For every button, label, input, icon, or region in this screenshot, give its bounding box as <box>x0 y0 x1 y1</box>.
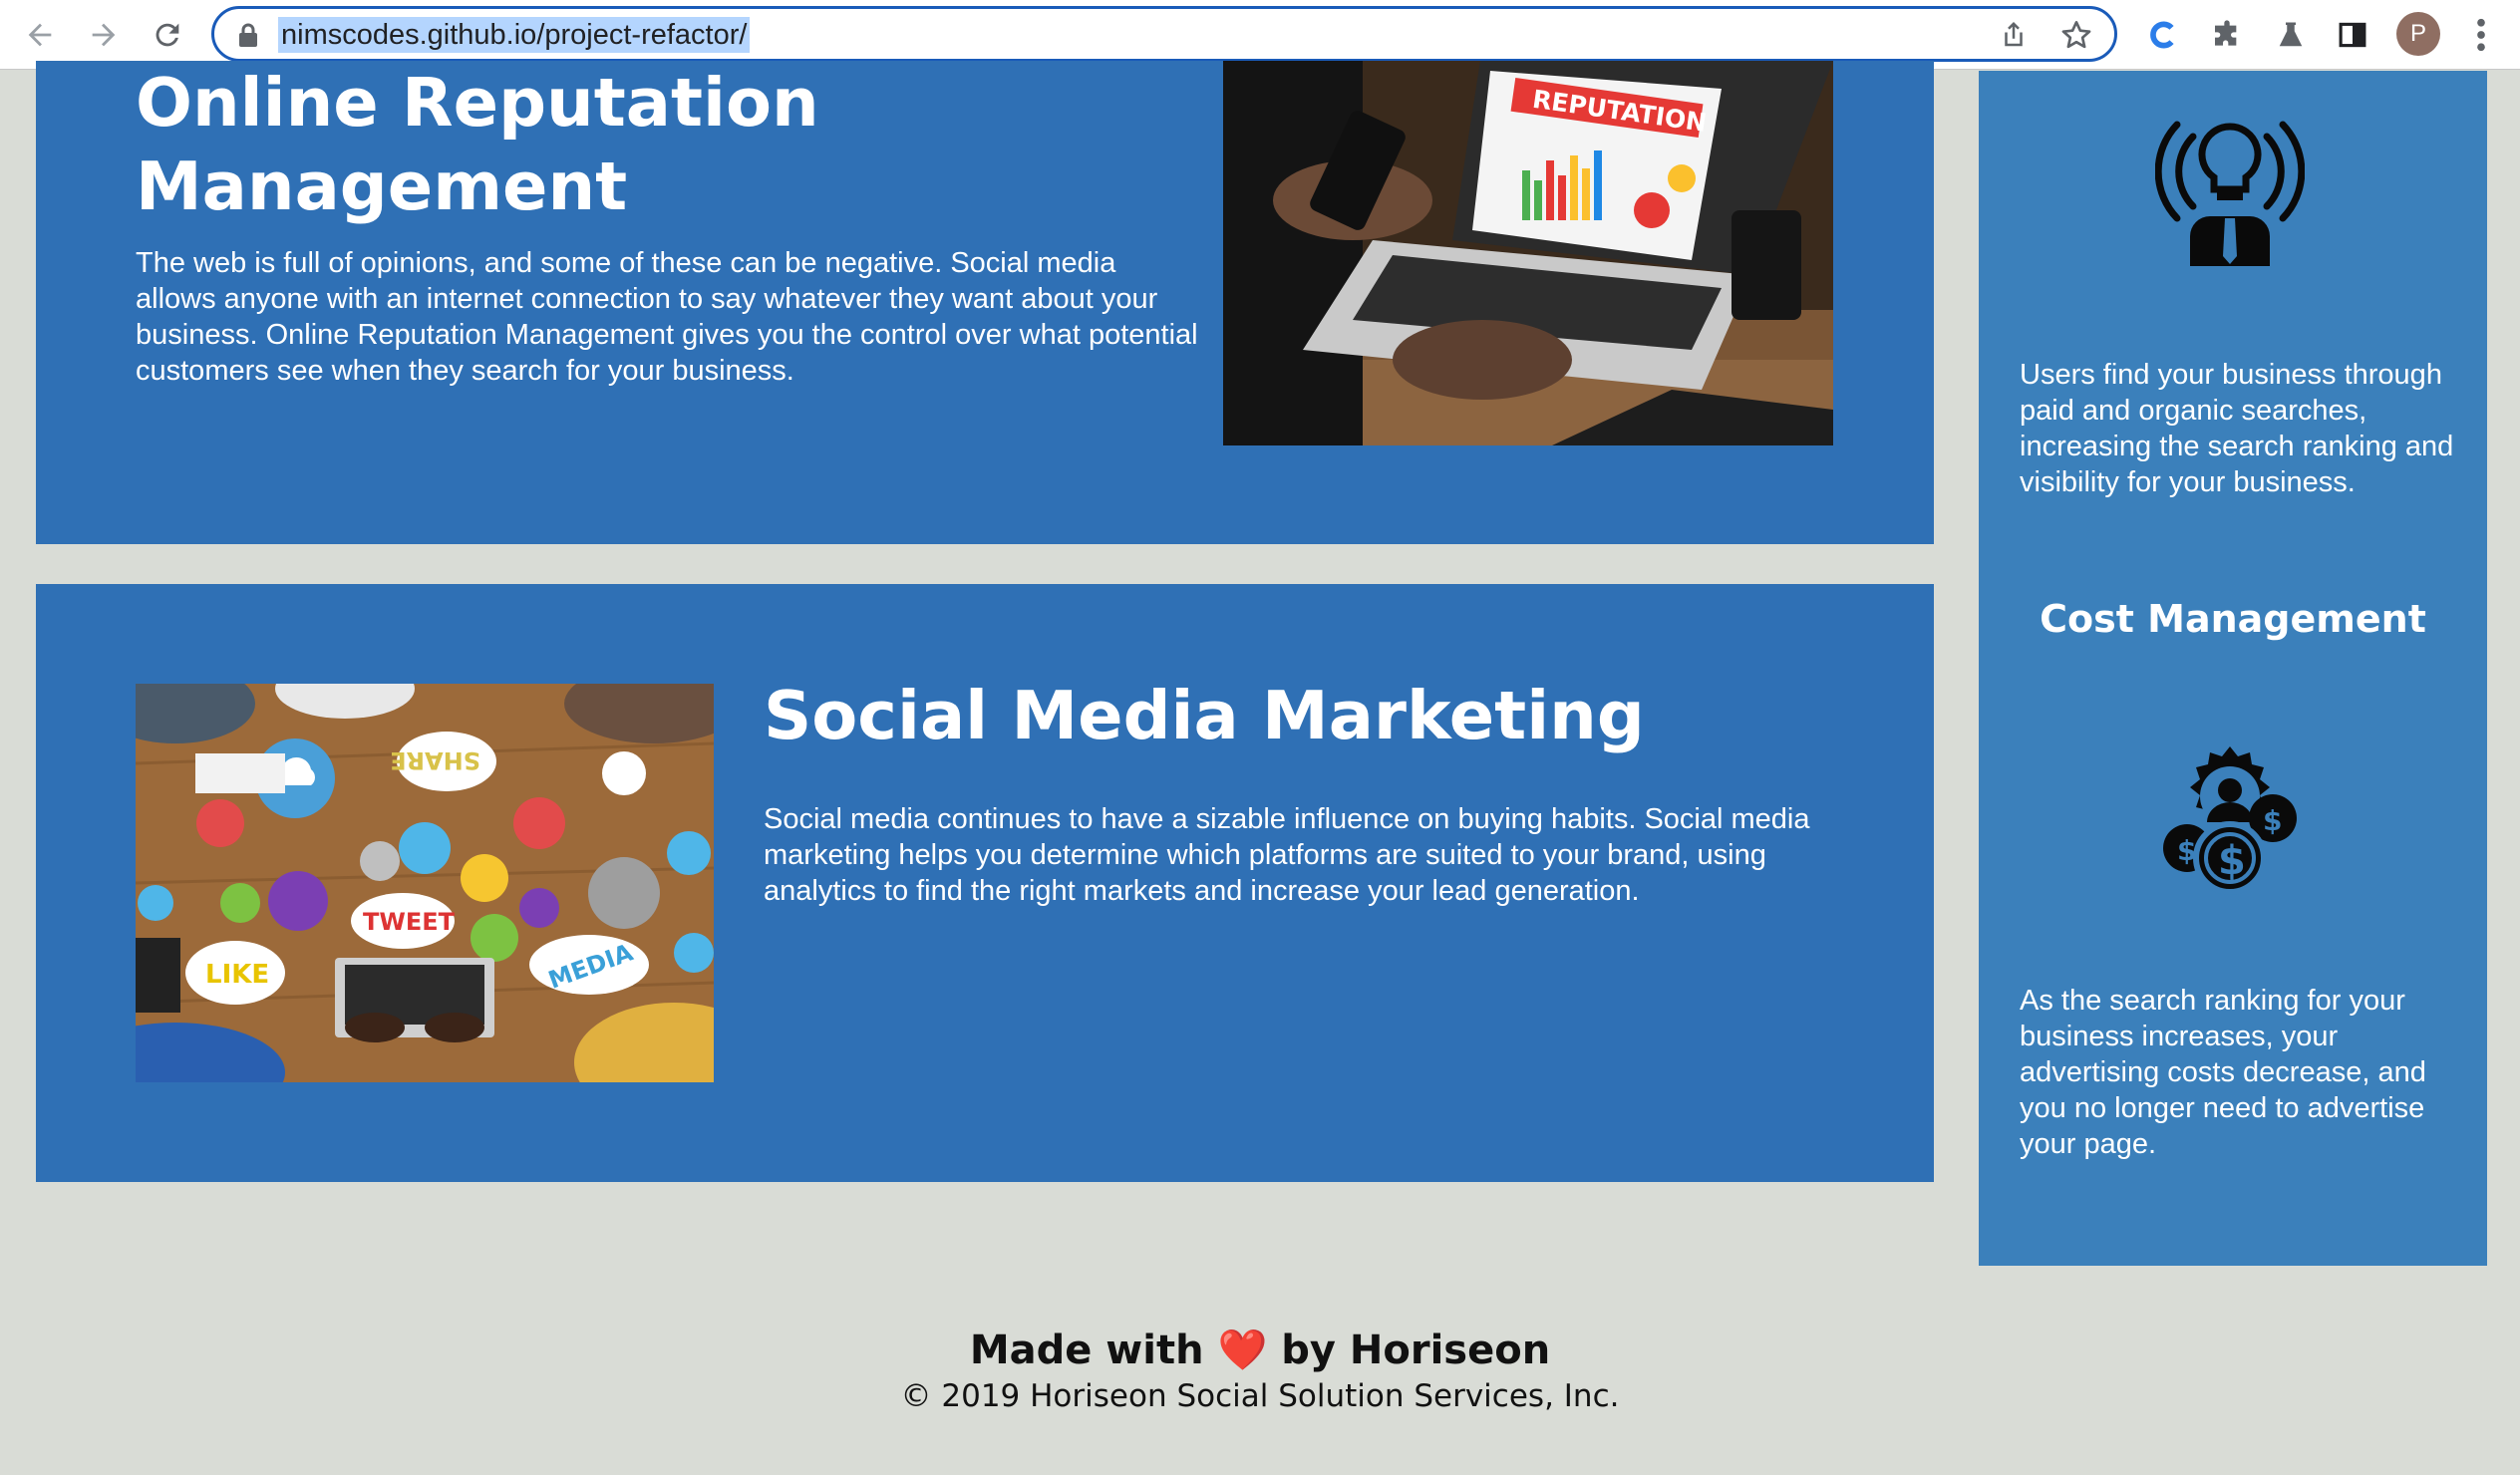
url-text[interactable]: nimscodes.github.io/project-refactor/ <box>278 17 751 53</box>
footer-made-suffix: by Horiseon <box>1281 1328 1551 1373</box>
side-panel-button[interactable] <box>2333 15 2372 55</box>
extensions-button[interactable] <box>2207 15 2247 55</box>
browser-toolbar: nimscodes.github.io/project-refactor/ P <box>0 0 2520 70</box>
cost-benefit-text: As the search ranking for your business … <box>2020 985 2426 1160</box>
svg-text:$: $ <box>2263 804 2282 837</box>
heart-icon: ❤️ <box>1217 1328 1268 1373</box>
reputation-title: Online Reputation Management <box>136 64 819 225</box>
reputation-section: Online Reputation Management The web is … <box>36 61 1934 544</box>
back-arrow-icon <box>28 23 52 47</box>
extension-c-icon <box>2150 21 2174 49</box>
like-bubble-text: LIKE <box>205 960 269 990</box>
social-media-section: SHARE TWEET LIKE MEDIA Social Media Mark… <box>36 584 1934 1182</box>
profile-avatar[interactable]: P <box>2396 12 2440 56</box>
svg-text:$: $ <box>2177 834 2196 867</box>
footer-made-prefix: Made with <box>969 1328 1204 1373</box>
cost-management-title: Cost Management <box>2040 597 2426 641</box>
sidebar-icon <box>2339 22 2366 48</box>
menu-dots-icon[interactable] <box>2466 14 2496 56</box>
share-icon[interactable] <box>1999 20 2029 50</box>
benefits-sidebar: Users find your business through paid an… <box>1979 71 2487 1266</box>
star-icon[interactable] <box>2060 19 2092 51</box>
flask-icon <box>2279 22 2303 47</box>
social-media-title: Social Media Marketing <box>764 677 1645 754</box>
tweet-bubble-text: TWEET <box>363 908 456 936</box>
lightbulb-person-icon <box>2155 121 2305 266</box>
forward-button[interactable] <box>82 13 126 57</box>
svg-text:$: $ <box>2218 838 2246 884</box>
reputation-text: The web is full of opinions, and some of… <box>136 247 1198 387</box>
lab-button[interactable] <box>2271 15 2311 55</box>
lock-icon <box>239 23 257 47</box>
footer: Made with ❤️ by Horiseon © 2019 Horiseon… <box>0 1325 2520 1416</box>
cost-coins-gear-icon: $ $ $ <box>2163 746 2297 895</box>
reload-icon <box>156 23 179 47</box>
extension-c-button[interactable] <box>2143 15 2183 55</box>
page-content: Online Reputation Management The web is … <box>0 61 2520 1475</box>
forward-arrow-icon <box>92 23 116 47</box>
back-button[interactable] <box>18 13 62 57</box>
reload-button[interactable] <box>146 13 189 57</box>
social-media-text: Social media continues to have a sizable… <box>764 803 1810 907</box>
reputation-laptop-image: REPUTATION <box>1223 61 1833 445</box>
search-benefit-text: Users find your business through paid an… <box>2020 359 2454 498</box>
footer-made-with: Made with ❤️ by Horiseon <box>0 1325 2520 1376</box>
social-media-table-image: SHARE TWEET LIKE MEDIA <box>136 684 714 1082</box>
address-bar[interactable]: nimscodes.github.io/project-refactor/ <box>211 6 2117 62</box>
puzzle-icon <box>2215 20 2237 46</box>
footer-copyright: © 2019 Horiseon Social Solution Services… <box>900 1378 1620 1414</box>
share-bubble-text: SHARE <box>390 746 480 774</box>
